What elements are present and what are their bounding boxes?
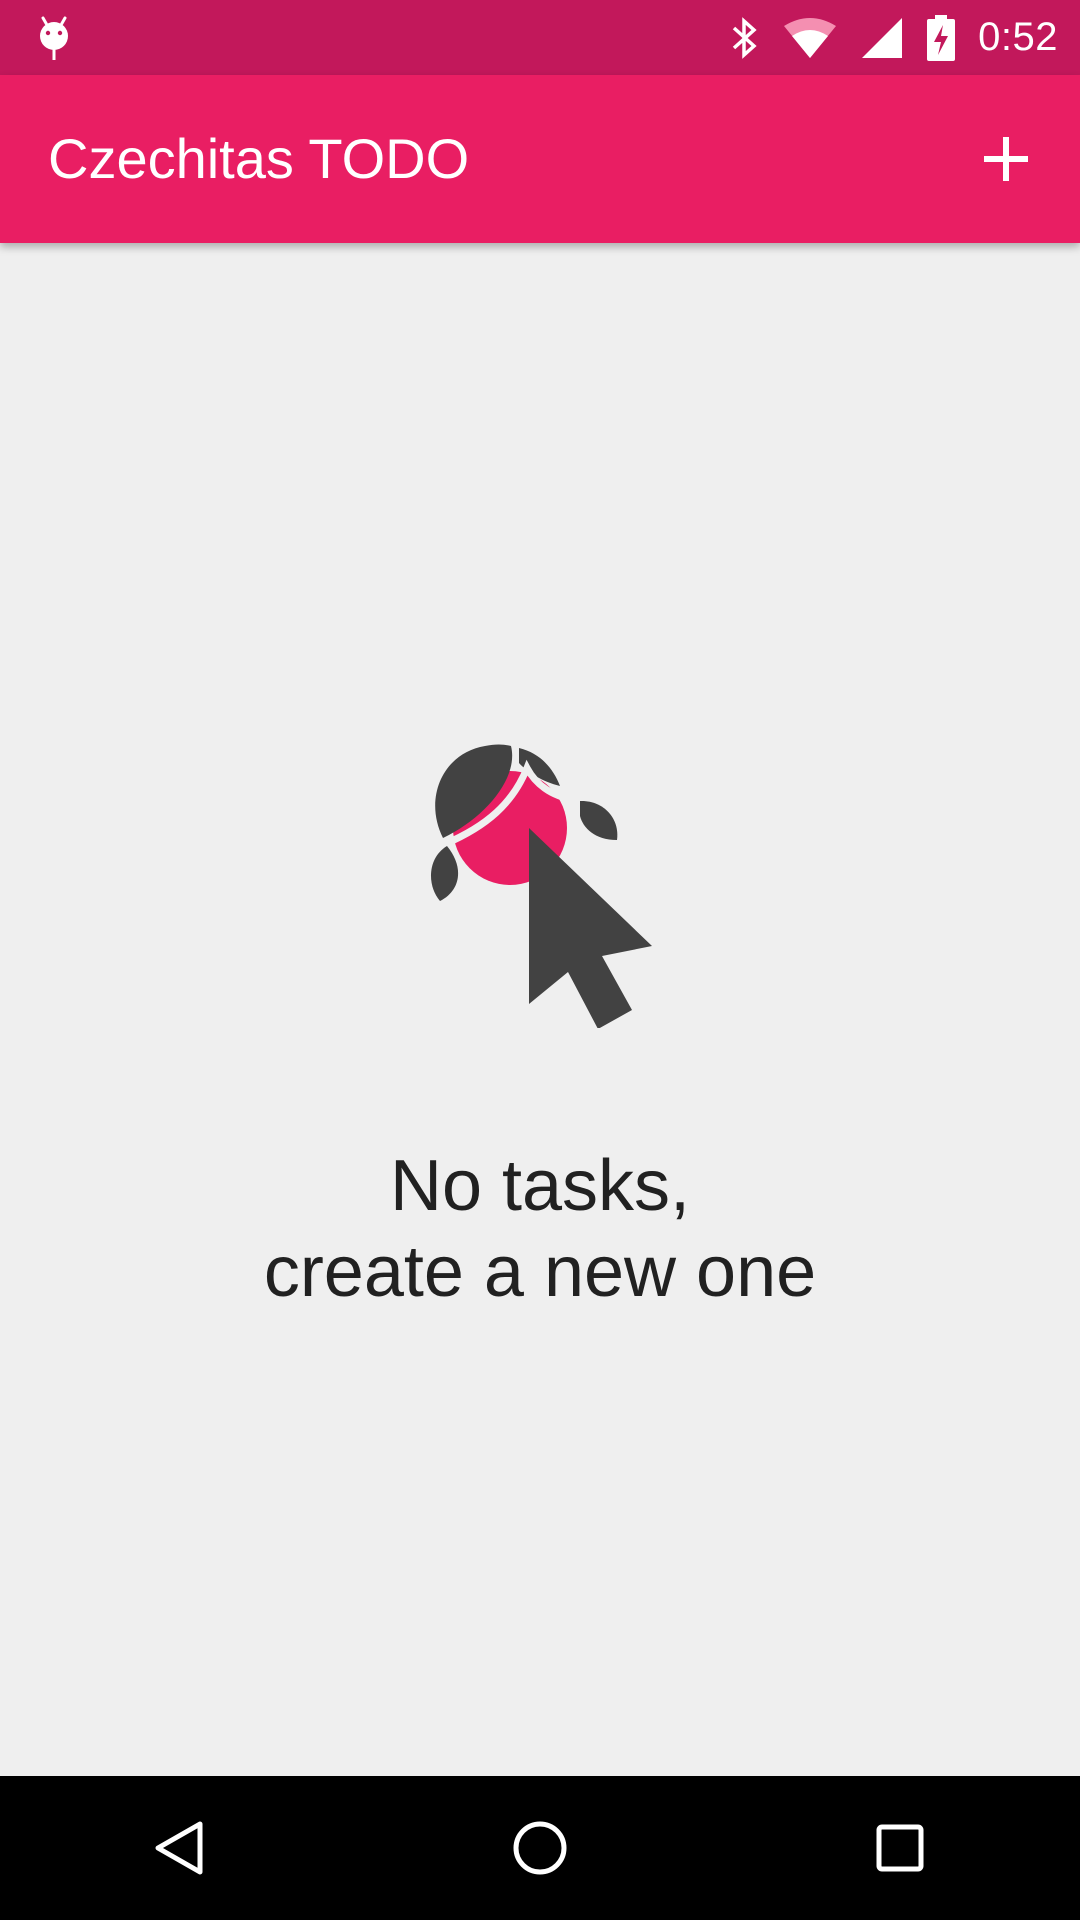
cell-signal-icon: [862, 17, 903, 58]
back-button[interactable]: [110, 1788, 250, 1908]
status-icons: 0:52: [730, 0, 1058, 75]
recents-icon: [876, 1824, 924, 1872]
plus-icon: [984, 137, 1028, 181]
task-list-empty: No tasks, create a new one: [0, 243, 1080, 1776]
empty-message-line-1: No tasks,: [389, 1146, 691, 1226]
back-icon: [155, 1821, 203, 1875]
czechitas-logo-icon: [430, 744, 652, 1028]
add-task-button[interactable]: [956, 109, 1056, 209]
empty-message-line-2: create a new one: [263, 1232, 817, 1312]
system-nav-bar: [0, 1776, 1080, 1920]
app-bar: Czechitas TODO: [0, 75, 1080, 243]
app-title: Czechitas TODO: [48, 127, 470, 190]
status-bar: 0:52: [0, 0, 1080, 75]
bluetooth-icon: [732, 16, 757, 59]
recents-button[interactable]: [830, 1788, 970, 1908]
home-button[interactable]: [470, 1788, 610, 1908]
battery-charging-icon: [927, 14, 956, 61]
wifi-icon: [784, 17, 837, 58]
empty-message: No tasks, create a new one: [0, 1143, 1080, 1315]
home-icon: [513, 1821, 567, 1875]
status-time: 0:52: [978, 15, 1058, 59]
android-debug-icon: [40, 16, 68, 60]
